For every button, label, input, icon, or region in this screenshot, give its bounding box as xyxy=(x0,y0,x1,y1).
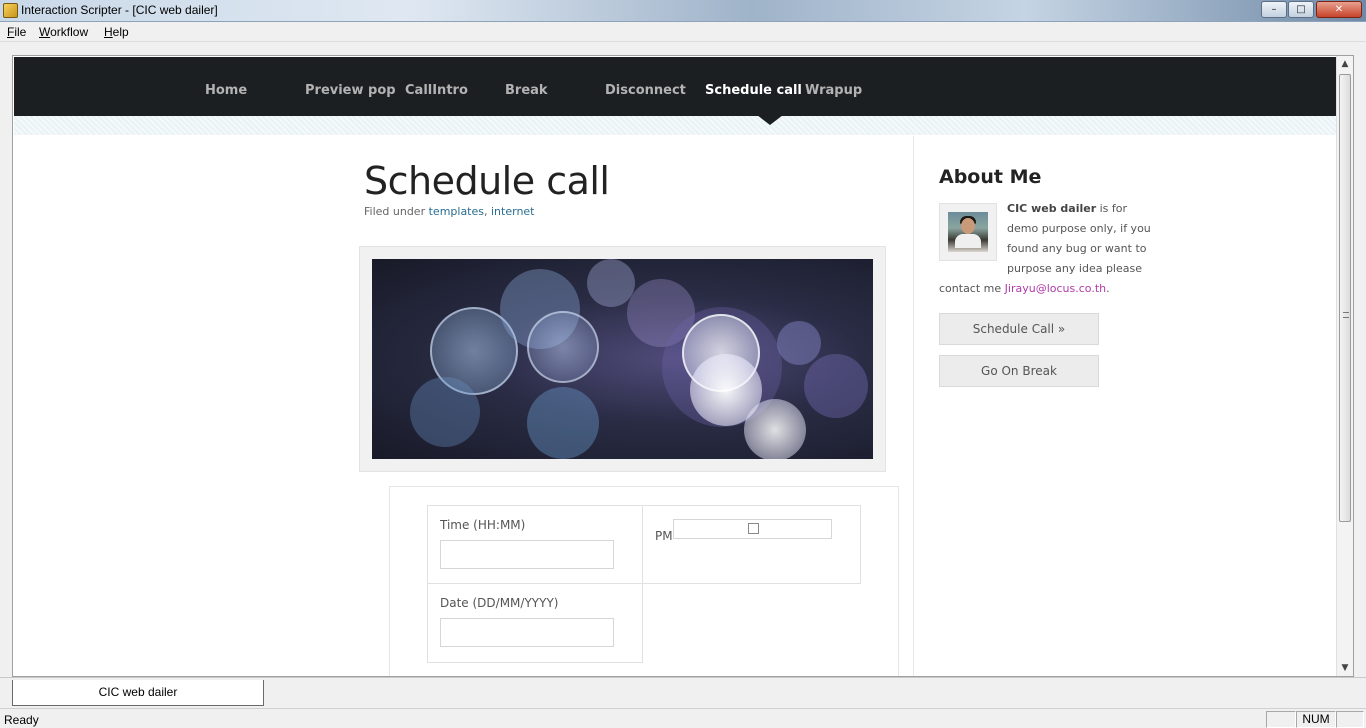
nav-callintro[interactable]: CallIntro xyxy=(405,83,468,98)
nav-home[interactable]: Home xyxy=(205,83,247,98)
close-button[interactable]: ✕ xyxy=(1316,1,1362,18)
status-bar: Ready NUM xyxy=(0,708,1366,728)
menu-help[interactable]: Help xyxy=(104,25,129,39)
status-pane-empty xyxy=(1266,711,1296,728)
menu-workflow[interactable]: Workflow xyxy=(39,25,88,39)
header-stripe xyxy=(14,116,1336,135)
time-cell: Time (HH:MM) xyxy=(427,505,643,584)
menu-file[interactable]: File xyxy=(7,25,26,39)
scroll-thumb[interactable] xyxy=(1339,74,1351,522)
schedule-form-grid: Time (HH:MM) PM Date (DD/MM/YYYY) xyxy=(427,505,861,663)
time-input[interactable] xyxy=(440,540,614,569)
document-tab[interactable]: CIC web dailer xyxy=(12,680,264,706)
nav-preview-pop[interactable]: Preview pop xyxy=(305,83,396,98)
ampm-label: PM xyxy=(655,529,673,543)
scroll-down-arrow-icon[interactable]: ▼ xyxy=(1337,660,1353,676)
filed-under: Filed under templates, internet xyxy=(364,205,535,218)
time-label: Time (HH:MM) xyxy=(440,518,526,532)
minimize-button[interactable]: – xyxy=(1261,1,1287,18)
sidebar-divider xyxy=(913,136,914,676)
window-title: Interaction Scripter - [CIC web dailer] xyxy=(21,3,218,17)
nav-schedule-call[interactable]: Schedule call xyxy=(705,83,802,98)
nav-disconnect[interactable]: Disconnect xyxy=(605,83,686,98)
about-me-text: CIC web dailer is for demo purpose only,… xyxy=(939,202,1151,295)
window-titlebar[interactable]: Interaction Scripter - [CIC web dailer] … xyxy=(0,0,1366,22)
date-input[interactable] xyxy=(440,618,614,647)
date-cell: Date (DD/MM/YYYY) xyxy=(427,583,643,663)
date-label: Date (DD/MM/YYYY) xyxy=(440,596,559,610)
filed-under-label: Filed under xyxy=(364,205,426,218)
ampm-cell: PM xyxy=(642,505,861,584)
contact-email-link[interactable]: Jirayu@locus.co.th xyxy=(1005,282,1106,295)
schedule-form: Time (HH:MM) PM Date (DD/MM/YYYY) xyxy=(389,486,899,676)
vertical-scrollbar[interactable]: ▲ ▼ xyxy=(1336,56,1353,676)
bokeh-hero-image xyxy=(372,259,873,459)
scroll-up-arrow-icon[interactable]: ▲ xyxy=(1337,56,1353,72)
go-on-break-button[interactable]: Go On Break xyxy=(939,355,1099,387)
maximize-button[interactable]: □ xyxy=(1288,1,1314,18)
document-tab-bar: CIC web dailer xyxy=(0,677,1366,707)
nav-break[interactable]: Break xyxy=(505,83,548,98)
ampm-select[interactable] xyxy=(673,519,832,539)
schedule-call-button[interactable]: Schedule Call » xyxy=(939,313,1099,345)
page-title: Schedule call xyxy=(364,159,610,203)
about-me-title: About Me xyxy=(939,166,1042,188)
status-pane-empty-2 xyxy=(1336,711,1364,728)
tag-templates-link[interactable]: templates xyxy=(429,205,484,218)
tag-internet-link[interactable]: internet xyxy=(491,205,535,218)
menu-bar: File Workflow Help xyxy=(0,22,1366,42)
active-nav-pointer xyxy=(757,115,783,125)
hero-image-frame xyxy=(359,246,886,472)
app-icon xyxy=(3,3,18,18)
ampm-checkbox[interactable] xyxy=(748,523,759,534)
bio-name: CIC web dailer xyxy=(1007,202,1097,215)
grip-icon xyxy=(1343,312,1349,318)
nav-wrapup[interactable]: Wrapup xyxy=(805,83,862,98)
num-lock-indicator: NUM xyxy=(1296,711,1336,728)
tag-separator: , xyxy=(484,205,488,218)
status-text: Ready xyxy=(4,713,39,727)
web-content-frame: Home Preview pop CallIntro Break Disconn… xyxy=(12,55,1354,677)
site-navbar: Home Preview pop CallIntro Break Disconn… xyxy=(14,57,1336,116)
